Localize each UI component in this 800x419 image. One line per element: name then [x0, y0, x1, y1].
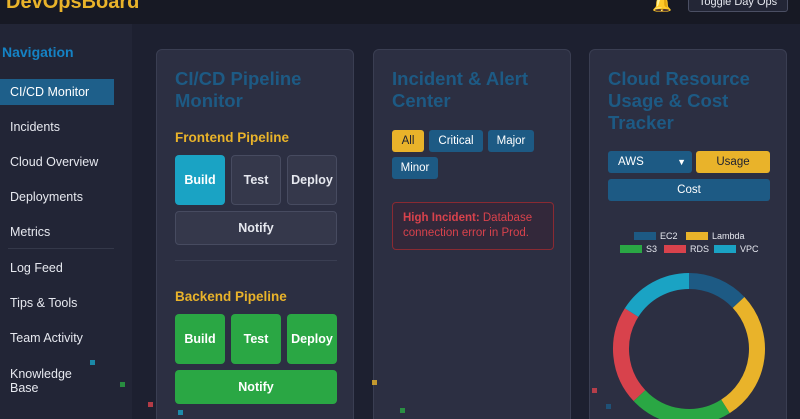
legend-swatch — [620, 245, 642, 253]
sidebar-item-log-feed[interactable]: Log Feed — [0, 255, 114, 281]
legend-item-ec2: EC2 — [634, 231, 678, 241]
provider-select[interactable]: AWS ▼ — [608, 151, 692, 173]
sidebar-item-cicd-monitor[interactable]: CI/CD Monitor — [0, 79, 114, 105]
legend-swatch — [634, 232, 656, 240]
pipeline-card: CI/CD Pipeline Monitor Frontend Pipeline… — [156, 49, 354, 419]
backend-build-stage[interactable]: Build — [175, 314, 225, 364]
incident-card-title: Incident & Alert Center — [392, 68, 529, 111]
toggle-day-ops-button[interactable]: Toggle Day Ops — [688, 0, 788, 12]
sidebar-item-metrics[interactable]: Metrics — [0, 219, 114, 245]
confetti-piece — [606, 404, 611, 409]
sidebar-item-knowledge-base[interactable]: Knowledge Base — [0, 365, 90, 397]
cost-button[interactable]: Cost — [608, 179, 770, 201]
filter-all-button[interactable]: All — [392, 130, 424, 152]
legend-item-vpc: VPC — [714, 244, 759, 254]
confetti-piece — [178, 410, 183, 415]
donut-slice-vpc[interactable] — [624, 273, 690, 318]
usage-button[interactable]: Usage — [696, 151, 770, 173]
sidebar-divider — [8, 248, 114, 249]
backend-pipeline-title: Backend Pipeline — [175, 289, 287, 304]
confetti-piece — [400, 408, 405, 413]
confetti-piece — [148, 402, 153, 407]
pipeline-card-title: CI/CD Pipeline Monitor — [175, 68, 302, 111]
frontend-deploy-stage[interactable]: Deploy — [287, 155, 337, 205]
frontend-pipeline-title: Frontend Pipeline — [175, 130, 290, 145]
filter-critical-button[interactable]: Critical — [429, 130, 483, 152]
backend-test-stage[interactable]: Test — [231, 314, 281, 364]
sidebar-item-cloud-overview[interactable]: Cloud Overview — [0, 149, 114, 175]
legend-label: S3 — [646, 244, 658, 254]
frontend-build-stage[interactable]: Build — [175, 155, 225, 205]
filter-major-button[interactable]: Major — [488, 130, 534, 152]
confetti-piece — [592, 388, 597, 393]
frontend-test-stage[interactable]: Test — [231, 155, 281, 205]
backend-notify-stage[interactable]: Notify — [175, 370, 337, 404]
legend-swatch — [686, 232, 708, 240]
confetti-piece — [120, 382, 125, 387]
legend-item-lambda: Lambda — [686, 231, 745, 241]
cost-donut-chart — [613, 273, 765, 419]
confetti-piece — [372, 380, 377, 385]
incident-alert[interactable]: High Incident: Database connection error… — [392, 202, 554, 250]
pipeline-separator — [175, 260, 337, 261]
alert-label: High Incident: — [403, 212, 480, 224]
backend-deploy-stage[interactable]: Deploy — [287, 314, 337, 364]
sidebar-item-incidents[interactable]: Incidents — [0, 114, 114, 140]
donut-slice-ec2[interactable] — [688, 273, 745, 309]
incident-card: Incident & Alert Center All Critical Maj… — [373, 49, 571, 419]
brand-title: DevOpsBoard — [6, 0, 140, 13]
top-bar: DevOpsBoard 🔔 Toggle Day Ops — [0, 0, 800, 24]
sidebar-item-deployments[interactable]: Deployments — [0, 184, 114, 210]
bell-icon[interactable]: 🔔 — [652, 0, 672, 14]
sidebar: Navigation CI/CD Monitor Incidents Cloud… — [0, 24, 132, 419]
legend-swatch — [714, 245, 736, 253]
legend-label: EC2 — [660, 231, 678, 241]
confetti-piece — [90, 360, 95, 365]
frontend-notify-stage[interactable]: Notify — [175, 211, 337, 245]
legend-label: Lambda — [712, 231, 745, 241]
filter-minor-button[interactable]: Minor — [392, 157, 438, 179]
donut-slice-s3[interactable] — [633, 389, 730, 419]
provider-select-value: AWS — [618, 156, 644, 168]
cloud-card-title: Cloud Resource Usage & Cost Tracker — [608, 68, 750, 133]
legend-label: RDS — [690, 244, 710, 254]
donut-slice-rds[interactable] — [613, 308, 646, 402]
sidebar-title: Navigation — [2, 44, 74, 60]
donut-slice-lambda[interactable] — [720, 296, 765, 414]
legend-swatch — [664, 245, 686, 253]
legend-item-rds: RDS — [664, 244, 709, 254]
chevron-down-icon: ▼ — [677, 157, 686, 167]
sidebar-item-tips-tools[interactable]: Tips & Tools — [0, 290, 114, 316]
cloud-card: Cloud Resource Usage & Cost Tracker AWS … — [589, 49, 787, 419]
legend-item-s3: S3 — [620, 244, 657, 254]
sidebar-item-team-activity[interactable]: Team Activity — [0, 325, 114, 351]
legend-label: VPC — [740, 244, 759, 254]
